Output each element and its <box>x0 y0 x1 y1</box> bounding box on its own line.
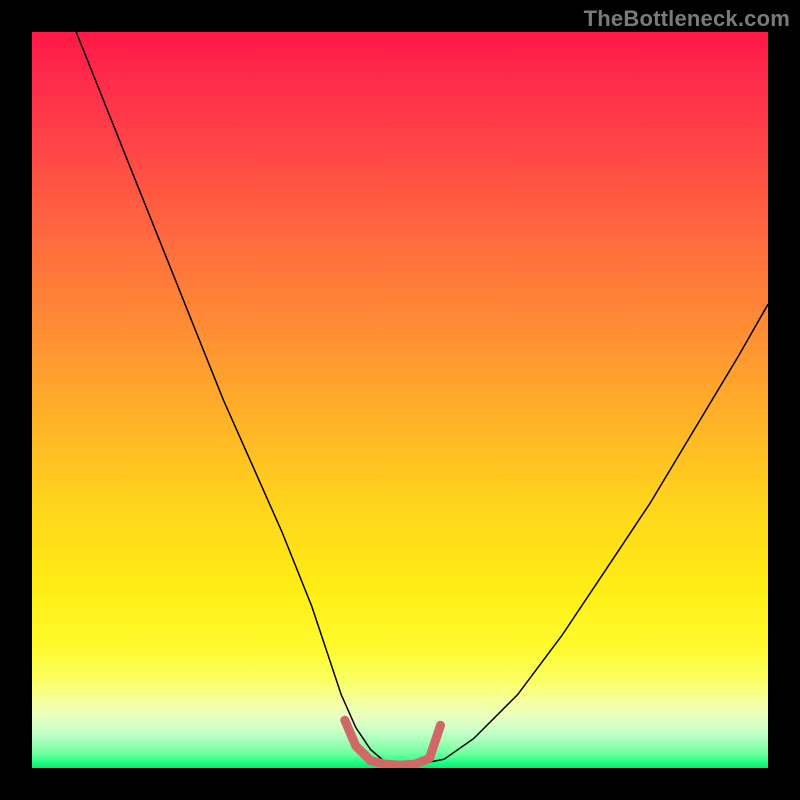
bottleneck-curve <box>76 32 768 765</box>
plot-area <box>32 32 768 768</box>
curve-layer <box>32 32 768 768</box>
chart-frame: TheBottleneck.com <box>0 0 800 800</box>
optimal-zone-curve <box>345 720 441 765</box>
watermark-text: TheBottleneck.com <box>584 6 790 32</box>
